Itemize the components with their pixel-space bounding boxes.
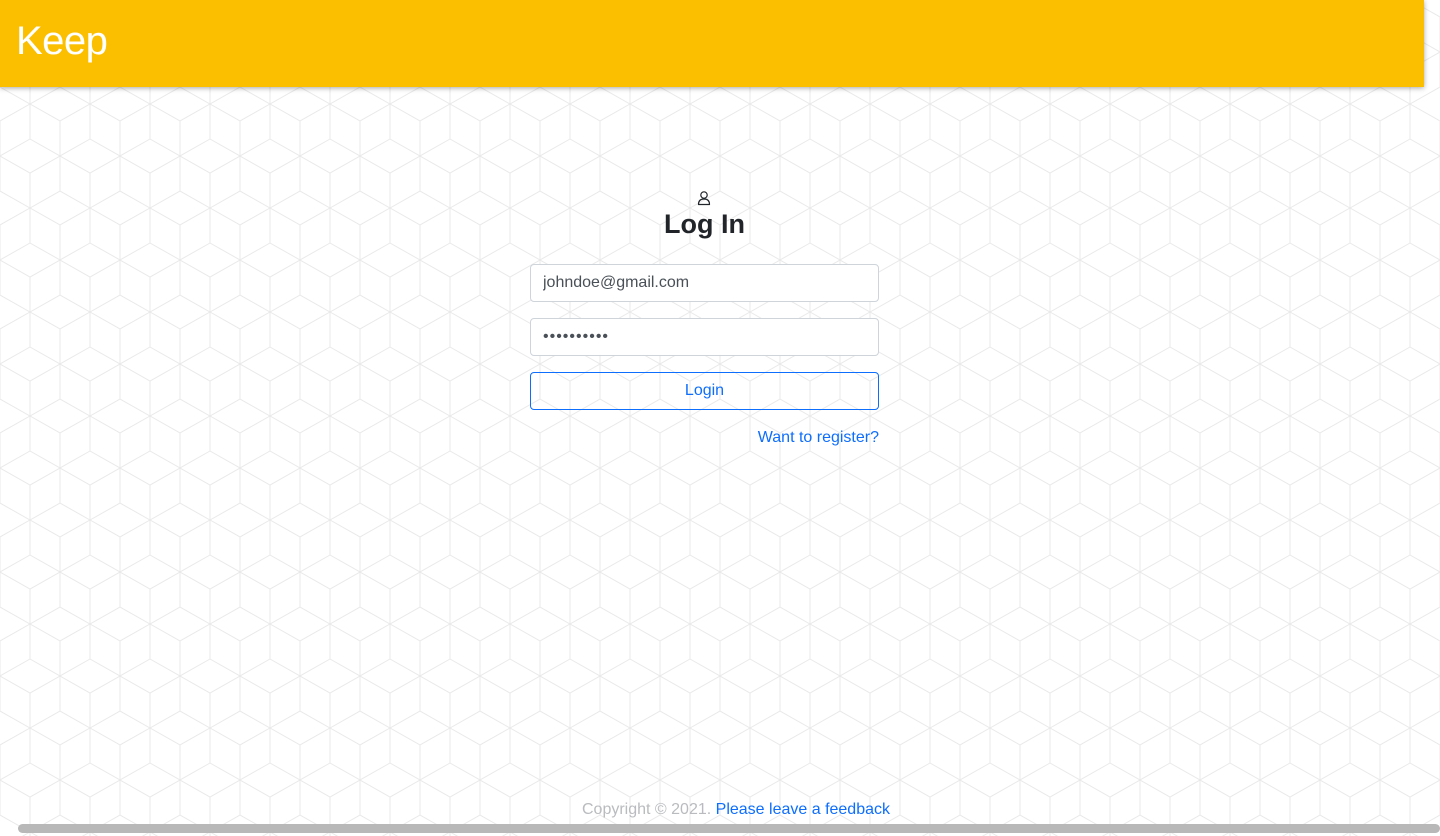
app-logo[interactable]: Keep <box>16 18 108 64</box>
footer: Copyright © 2021. Please leave a feedbac… <box>0 800 1440 820</box>
top-header: Keep <box>0 0 1424 87</box>
password-field[interactable] <box>530 318 879 356</box>
user-icon <box>697 191 710 206</box>
email-field[interactable] <box>530 264 879 302</box>
page-title: Log In <box>664 209 745 239</box>
copyright-text: Copyright © 2021. <box>582 801 712 818</box>
horizontal-scrollbar[interactable] <box>18 824 1440 833</box>
feedback-link[interactable]: Please leave a feedback <box>716 801 890 818</box>
login-button[interactable]: Login <box>530 372 879 410</box>
login-form: Log In Login Want to register? <box>530 190 879 448</box>
register-link[interactable]: Want to register? <box>530 428 879 448</box>
